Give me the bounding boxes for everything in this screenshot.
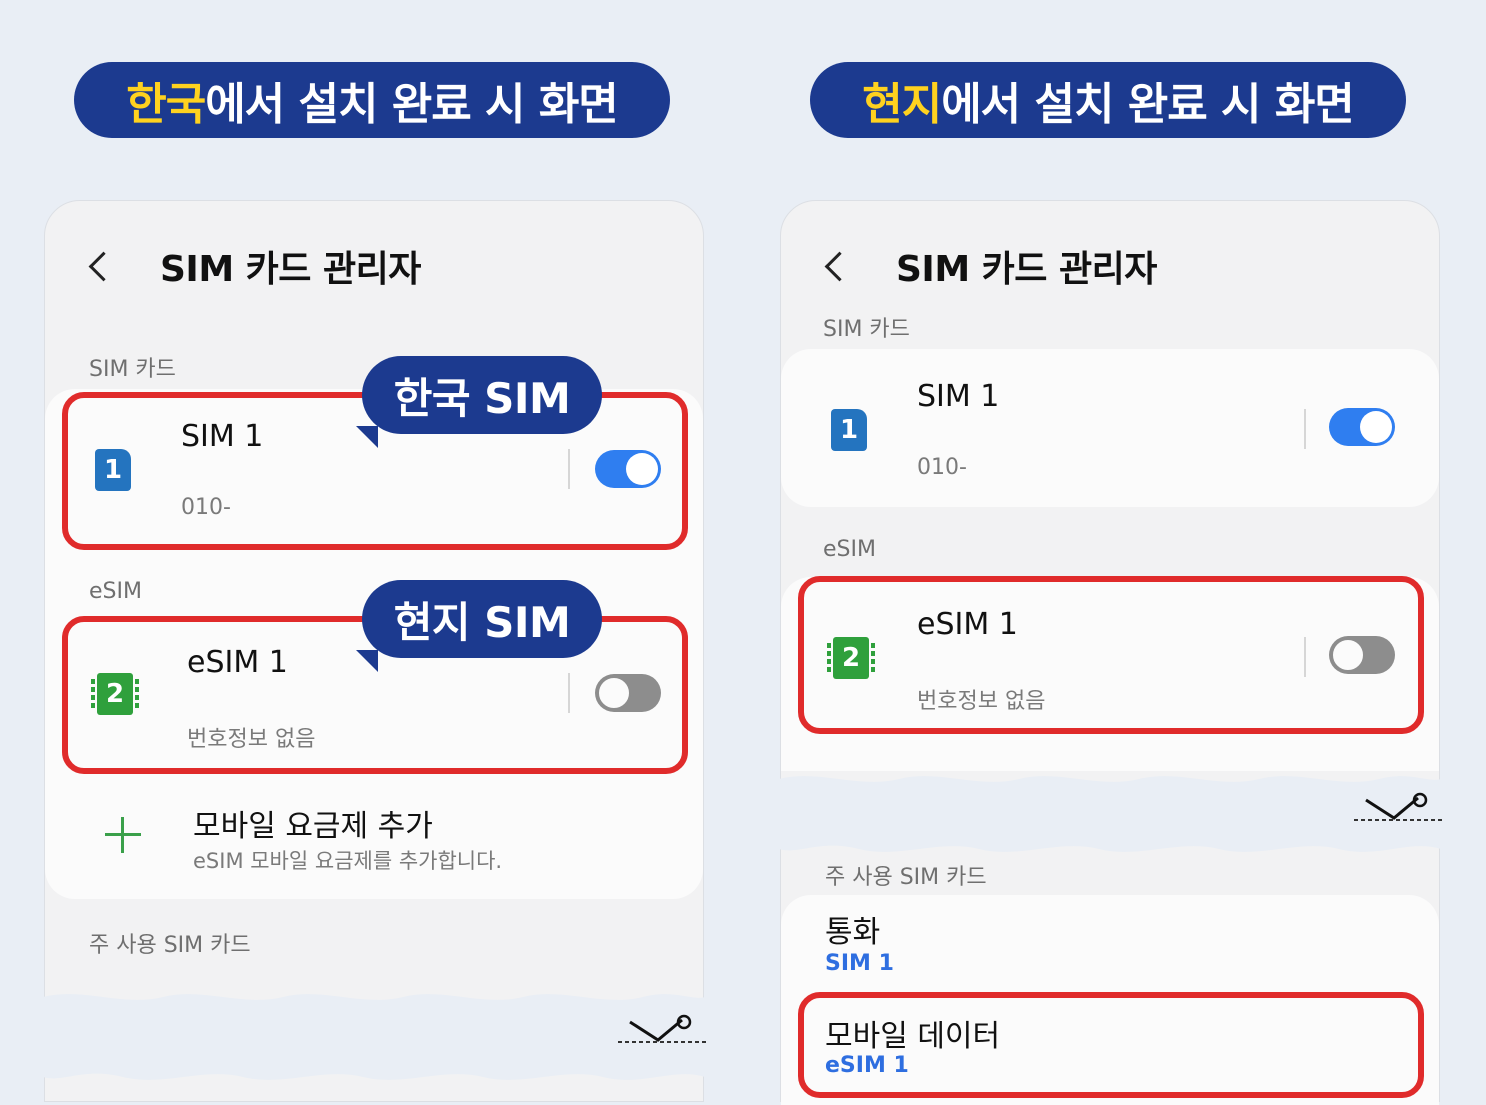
plus-icon (105, 817, 141, 853)
headline-text: 에서 설치 완료 시 화면 (941, 79, 1355, 130)
calls-label: 통화 (825, 915, 881, 950)
preferred-sim-section-label: 주 사용 SIM 카드 (89, 933, 251, 958)
highlight-box-esim1 (798, 576, 1424, 734)
back-chevron-icon[interactable] (88, 251, 119, 281)
right-headline-pill: 현지 에서 설치 완료 시 화면 (810, 62, 1406, 138)
callout-tail (356, 650, 378, 672)
sim1-row[interactable]: 1 SIM 1 010- (781, 349, 1439, 499)
scissors-icon (1354, 792, 1442, 821)
divider (1304, 409, 1306, 449)
left-headline-pill: 한국 에서 설치 완료 시 화면 (74, 62, 670, 138)
sim1-card: 1 SIM 1 010- (781, 349, 1439, 507)
torn-edge (779, 776, 1441, 801)
sim1-number: 010- (917, 455, 967, 480)
sim1-name: SIM 1 (917, 379, 1000, 414)
highlight-box-mobile-data (798, 992, 1424, 1098)
page-title: SIM 카드 관리자 (896, 249, 1157, 290)
headline-text: 에서 설치 완료 시 화면 (205, 79, 619, 130)
sim-section-label: SIM 카드 (89, 357, 176, 382)
sim-section-label: SIM 카드 (823, 317, 910, 342)
preferred-sim-section-label: 주 사용 SIM 카드 (825, 865, 987, 890)
app-header: SIM 카드 관리자 (823, 241, 1157, 291)
headline-highlight: 한국 (126, 79, 206, 130)
callout-tail (356, 426, 378, 448)
sim1-toggle[interactable] (1329, 408, 1395, 446)
torn-edge (43, 1061, 705, 1080)
calls-value: SIM 1 (825, 951, 894, 976)
torn-edge (43, 994, 705, 1019)
add-plan-subtitle: eSIM 모바일 요금제를 추가합니다. (193, 849, 503, 873)
callout-korea-sim: 한국 SIM (362, 356, 602, 434)
page-title: SIM 카드 관리자 (160, 249, 421, 290)
app-header: SIM 카드 관리자 (87, 241, 421, 291)
scissors-icon (618, 1014, 706, 1043)
add-plan-title: 모바일 요금제 추가 (193, 809, 433, 844)
sim-card-icon: 1 (831, 409, 867, 451)
callout-local-sim: 현지 SIM (362, 580, 602, 658)
headline-highlight: 현지 (862, 79, 942, 130)
esim-section-label: eSIM (89, 579, 142, 604)
esim-section-label: eSIM (823, 537, 876, 562)
back-chevron-icon[interactable] (824, 251, 855, 281)
